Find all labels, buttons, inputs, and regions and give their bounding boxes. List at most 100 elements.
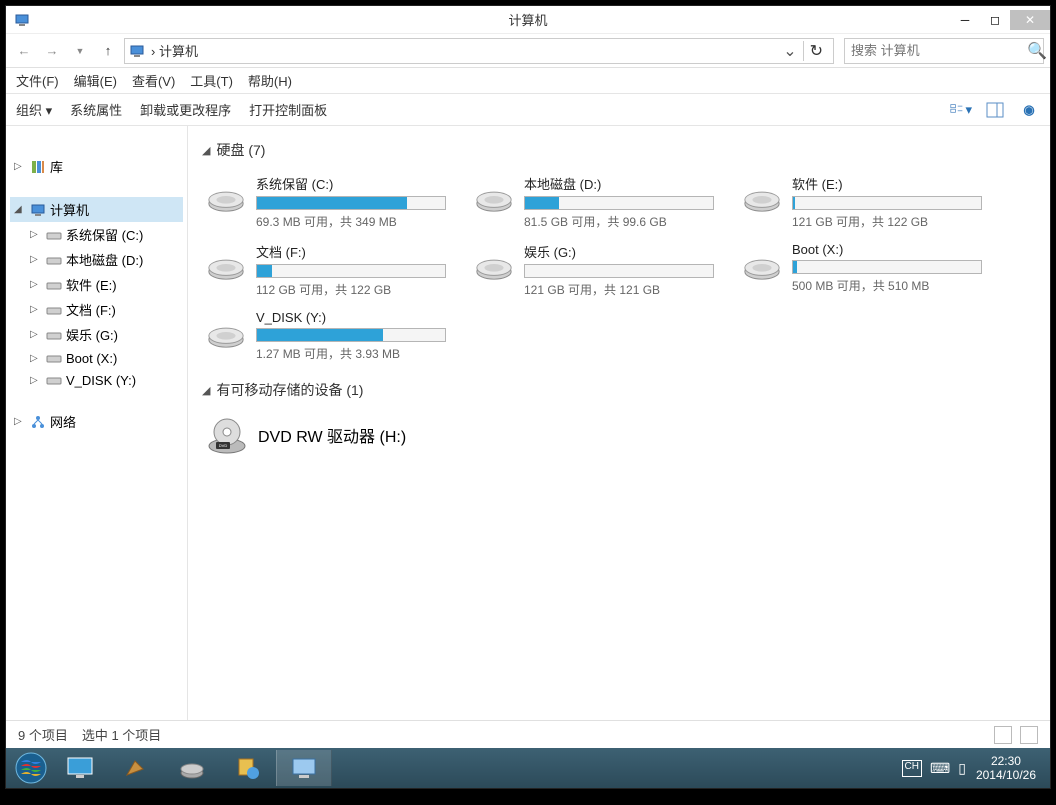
sidebar-computer[interactable]: ◢ 计算机 [10,197,183,222]
status-items: 9 个项目 [18,725,68,744]
navbar: ← → ▼ ↑ › 计算机 ⌄ ↻ 🔍 [6,34,1050,68]
back-button[interactable]: ← [12,39,36,63]
hdd-icon [206,174,246,216]
help-icon[interactable]: ◉ [1018,99,1040,121]
expand-arrow-icon[interactable]: ▷ [30,254,42,265]
maximize-button[interactable]: ◻ [980,10,1010,30]
hdd-icon [206,242,246,284]
sidebar-favorites[interactable]: ▷ 库 [10,154,183,179]
ime-icon[interactable]: CH [902,760,922,777]
battery-icon[interactable]: ▯ [958,760,966,777]
tree-label: 本地磁盘 (D:) [66,250,143,269]
computer-icon [30,202,46,218]
drive-usage-bar [256,264,446,278]
address-bar[interactable]: › 计算机 ⌄ ↻ [124,38,834,64]
group-removable-header[interactable]: ◢ 有可移动存储的设备 (1) [202,380,1036,400]
minimize-button[interactable]: ─ [950,10,980,30]
drive-item[interactable]: Boot (X:) 500 MB 可用，共 510 MB [738,238,986,302]
drive-info: 121 GB 可用，共 122 GB [792,213,982,230]
toolbar: 组织 ▾ 系统属性 卸载或更改程序 打开控制面板 ▾ ◉ [6,94,1050,126]
tree-label: Boot (X:) [66,351,117,366]
search-input[interactable] [851,43,1027,58]
expand-arrow-icon[interactable]: ▷ [30,279,42,290]
sidebar-drive-e[interactable]: ▷软件 (E:) [10,272,183,297]
network-icon [30,414,46,430]
group-hdd-header[interactable]: ◢ 硬盘 (7) [202,140,1036,160]
expand-arrow-icon[interactable]: ▷ [30,329,42,340]
drive-item[interactable]: 娱乐 (G:) 121 GB 可用，共 121 GB [470,238,718,302]
sidebar-network[interactable]: ▷ 网络 [10,409,183,434]
taskbar-explorer[interactable] [276,750,332,786]
drive-usage-bar [256,328,446,342]
taskbar-app2[interactable] [164,750,220,786]
drive-item[interactable]: 系统保留 (C:) 69.3 MB 可用，共 349 MB [202,170,450,234]
up-button[interactable]: ↑ [96,39,120,63]
refresh-button[interactable]: ↻ [803,41,829,61]
sidebar-drive-x[interactable]: ▷ Boot (X:) [10,347,183,369]
uninstall-button[interactable]: 卸载或更改程序 [140,100,231,119]
explorer-window: 计算机 ─ ◻ ✕ ← → ▼ ↑ › 计算机 ⌄ ↻ 🔍 文件(F) 编辑(E… [5,5,1051,789]
sidebar-drive-g[interactable]: ▷娱乐 (G:) [10,322,183,347]
tray-icons[interactable]: CH ⌨ ▯ [902,760,966,777]
drive-item[interactable]: 本地磁盘 (D:) 81.5 GB 可用，共 99.6 GB [470,170,718,234]
menu-edit[interactable]: 编辑(E) [74,71,117,90]
close-button[interactable]: ✕ [1010,10,1050,30]
view-tiles-icon[interactable] [1020,726,1038,744]
expand-arrow-icon[interactable]: ▷ [30,229,42,240]
expand-arrow-icon[interactable]: ▷ [30,375,42,386]
taskbar-app1[interactable] [108,750,164,786]
recent-button[interactable]: ▼ [68,39,92,63]
search-bar[interactable]: 🔍 [844,38,1044,64]
expand-arrow-icon[interactable]: ▷ [14,416,26,427]
sidebar-drive-d[interactable]: ▷ 本地磁盘 (D:) [10,247,183,272]
expand-arrow-icon[interactable]: ▷ [14,161,26,172]
drive-icon [46,302,62,318]
organize-button[interactable]: 组织 ▾ [16,100,52,119]
system-properties-button[interactable]: 系统属性 [70,100,122,119]
group-title: 硬盘 (7) [216,140,265,160]
dvd-drive-item[interactable]: DVD DVD RW 驱动器 (H:) [202,410,1036,460]
tree-spacer [10,391,183,409]
dvd-icon: DVD [206,414,248,456]
forward-button[interactable]: → [40,39,64,63]
menu-view[interactable]: 查看(V) [132,71,175,90]
drive-icon [46,252,62,268]
keyboard-icon[interactable]: ⌨ [930,760,950,777]
hdd-icon [742,242,782,284]
drive-icon [46,372,62,388]
start-button[interactable] [10,750,52,786]
menu-tools[interactable]: 工具(T) [190,71,233,90]
expand-arrow-icon[interactable]: ▷ [30,353,42,364]
drive-item[interactable]: V_DISK (Y:) 1.27 MB 可用，共 3.93 MB [202,306,450,366]
sidebar-drive-c[interactable]: ▷系统保留 (C:) [10,222,183,247]
view-details-icon[interactable] [994,726,1012,744]
control-panel-button[interactable]: 打开控制面板 [249,100,327,119]
taskbar-desktop[interactable] [52,750,108,786]
drive-icon [46,227,62,243]
tree-label: 网络 [50,412,76,431]
taskbar-app3[interactable] [220,750,276,786]
search-icon[interactable]: 🔍 [1027,41,1047,61]
preview-pane-icon[interactable] [984,99,1006,121]
drive-info: 500 MB 可用，共 510 MB [792,277,982,294]
computer-icon [129,43,145,59]
system-tray: CH ⌨ ▯ 22:30 2014/10/26 [902,754,1046,783]
menu-file[interactable]: 文件(F) [16,71,59,90]
menu-help[interactable]: 帮助(H) [248,71,292,90]
drive-item[interactable]: 文档 (F:) 112 GB 可用，共 122 GB [202,238,450,302]
drive-item[interactable]: 软件 (E:) 121 GB 可用，共 122 GB [738,170,986,234]
drive-name: 文档 (F:) [256,242,446,261]
expand-arrow-icon[interactable]: ▷ [30,304,42,315]
drive-usage-bar [792,260,982,274]
drive-info: 112 GB 可用，共 122 GB [256,281,446,298]
tree-label: 库 [50,157,63,176]
address-dropdown[interactable]: ⌄ [777,41,802,61]
tray-clock[interactable]: 22:30 2014/10/26 [976,754,1036,783]
drive-usage-bar [792,196,982,210]
sidebar-drive-f[interactable]: ▷文档 (F:) [10,297,183,322]
view-options-icon[interactable]: ▾ [950,99,972,121]
breadcrumb[interactable]: › 计算机 [151,41,777,60]
drive-usage-bar [256,196,446,210]
collapse-arrow-icon[interactable]: ◢ [14,204,26,215]
sidebar-drive-y[interactable]: ▷V_DISK (Y:) [10,369,183,391]
